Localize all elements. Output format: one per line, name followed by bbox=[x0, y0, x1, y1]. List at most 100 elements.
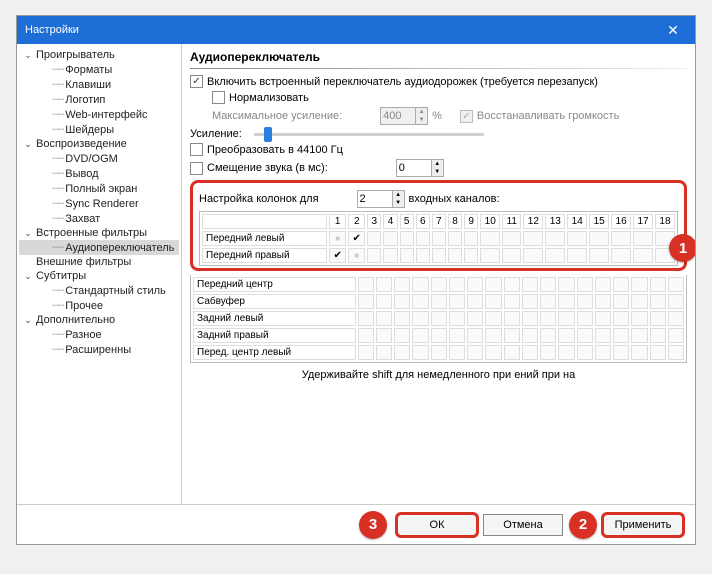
matrix-cell[interactable] bbox=[367, 248, 381, 263]
matrix-cell[interactable] bbox=[412, 345, 428, 360]
matrix-cell[interactable] bbox=[358, 277, 374, 292]
matrix-cell[interactable] bbox=[523, 248, 543, 263]
matrix-cell[interactable] bbox=[485, 328, 501, 343]
matrix-cell[interactable] bbox=[595, 277, 611, 292]
close-icon[interactable]: ✕ bbox=[659, 16, 687, 44]
matrix-cell[interactable] bbox=[348, 248, 365, 263]
audio-delay-checkbox[interactable] bbox=[190, 162, 203, 175]
downsample-checkbox[interactable] bbox=[190, 143, 203, 156]
matrix-cell[interactable] bbox=[595, 328, 611, 343]
matrix-cell[interactable] bbox=[668, 294, 684, 309]
matrix-cell[interactable] bbox=[464, 248, 478, 263]
matrix-cell[interactable] bbox=[502, 248, 521, 263]
matrix-cell[interactable] bbox=[577, 294, 593, 309]
matrix-cell[interactable] bbox=[522, 311, 538, 326]
matrix-cell[interactable] bbox=[467, 277, 483, 292]
matrix-cell[interactable] bbox=[595, 311, 611, 326]
matrix-cell[interactable] bbox=[376, 294, 392, 309]
matrix-cell[interactable] bbox=[522, 294, 538, 309]
matrix-cell[interactable] bbox=[412, 277, 428, 292]
tree-item[interactable]: ┈┈Захват bbox=[19, 211, 179, 226]
tree-item[interactable]: ┈┈Полный экран bbox=[19, 181, 179, 196]
matrix-cell[interactable] bbox=[558, 345, 574, 360]
matrix-cell[interactable] bbox=[540, 328, 556, 343]
matrix-cell[interactable] bbox=[545, 248, 565, 263]
matrix-cell[interactable] bbox=[540, 294, 556, 309]
tree-item[interactable]: ┈┈Разное bbox=[19, 327, 179, 342]
matrix-cell[interactable] bbox=[540, 311, 556, 326]
matrix-cell[interactable] bbox=[383, 248, 397, 263]
matrix-cell[interactable] bbox=[613, 277, 629, 292]
matrix-cell[interactable] bbox=[577, 345, 593, 360]
matrix-cell[interactable] bbox=[449, 328, 465, 343]
matrix-cell[interactable] bbox=[595, 294, 611, 309]
tree-item[interactable]: ⌄Проигрыватель bbox=[19, 48, 179, 62]
matrix-cell[interactable] bbox=[589, 231, 609, 246]
matrix-cell[interactable] bbox=[449, 294, 465, 309]
matrix-cell[interactable] bbox=[522, 345, 538, 360]
matrix-cell[interactable] bbox=[504, 345, 520, 360]
matrix-cell[interactable] bbox=[485, 277, 501, 292]
matrix-cell[interactable] bbox=[611, 231, 631, 246]
tree-item[interactable]: ┈┈Форматы bbox=[19, 62, 179, 77]
matrix-cell[interactable] bbox=[412, 294, 428, 309]
matrix-cell[interactable] bbox=[502, 231, 521, 246]
matrix-cell[interactable] bbox=[329, 231, 346, 246]
matrix-cell[interactable] bbox=[650, 328, 666, 343]
matrix-cell[interactable] bbox=[631, 345, 647, 360]
matrix-cell[interactable] bbox=[358, 328, 374, 343]
matrix-cell[interactable] bbox=[631, 277, 647, 292]
tree-item[interactable]: ┈┈Клавиши bbox=[19, 77, 179, 92]
matrix-cell[interactable] bbox=[504, 294, 520, 309]
speaker-count-input[interactable]: 2 ▲▼ bbox=[357, 190, 405, 208]
tree-item[interactable]: ┈┈Стандартный стиль bbox=[19, 283, 179, 298]
tree-item[interactable]: ┈┈Прочее bbox=[19, 298, 179, 313]
matrix-cell[interactable] bbox=[431, 294, 447, 309]
matrix-cell[interactable] bbox=[412, 328, 428, 343]
matrix-cell[interactable] bbox=[540, 345, 556, 360]
matrix-cell[interactable] bbox=[577, 277, 593, 292]
matrix-cell[interactable] bbox=[394, 311, 410, 326]
audio-delay-input[interactable]: 0 ▲▼ bbox=[396, 159, 444, 177]
matrix-cell[interactable] bbox=[467, 328, 483, 343]
matrix-cell[interactable] bbox=[400, 231, 414, 246]
matrix-cell[interactable] bbox=[631, 311, 647, 326]
matrix-cell[interactable] bbox=[448, 231, 462, 246]
tree-item[interactable]: ┈┈Расширенны bbox=[19, 342, 179, 357]
tree-item[interactable]: ┈┈DVD/OGM bbox=[19, 151, 179, 166]
tree-item[interactable]: ┈┈Логотип bbox=[19, 92, 179, 107]
matrix-cell[interactable] bbox=[376, 328, 392, 343]
gain-slider-thumb[interactable] bbox=[264, 127, 272, 142]
matrix-cell[interactable] bbox=[448, 248, 462, 263]
tree-item[interactable]: ┈┈Sync Renderer bbox=[19, 196, 179, 211]
tree-item[interactable]: Внешние фильтры bbox=[19, 255, 179, 269]
matrix-cell[interactable] bbox=[376, 311, 392, 326]
matrix-cell[interactable] bbox=[449, 311, 465, 326]
ok-button[interactable]: ОК bbox=[397, 514, 477, 536]
matrix-cell[interactable] bbox=[504, 328, 520, 343]
matrix-cell[interactable] bbox=[449, 277, 465, 292]
tree-item[interactable]: ⌄Субтитры bbox=[19, 269, 179, 283]
matrix-cell[interactable] bbox=[558, 294, 574, 309]
matrix-cell[interactable] bbox=[567, 248, 587, 263]
matrix-cell[interactable] bbox=[394, 328, 410, 343]
matrix-cell[interactable] bbox=[467, 345, 483, 360]
tree-item[interactable]: ⌄Воспроизведение bbox=[19, 137, 179, 151]
matrix-cell[interactable] bbox=[631, 328, 647, 343]
matrix-cell[interactable] bbox=[416, 248, 430, 263]
tree-item[interactable]: ┈┈Вывод bbox=[19, 166, 179, 181]
matrix-cell[interactable] bbox=[329, 248, 346, 263]
speaker-matrix-rest[interactable]: Передний центрСабвуферЗадний левыйЗадний… bbox=[190, 275, 687, 363]
matrix-cell[interactable] bbox=[358, 294, 374, 309]
matrix-cell[interactable] bbox=[595, 345, 611, 360]
matrix-cell[interactable] bbox=[522, 277, 538, 292]
matrix-cell[interactable] bbox=[432, 248, 446, 263]
matrix-cell[interactable] bbox=[613, 345, 629, 360]
matrix-cell[interactable] bbox=[577, 328, 593, 343]
matrix-cell[interactable] bbox=[668, 345, 684, 360]
matrix-cell[interactable] bbox=[416, 231, 430, 246]
matrix-cell[interactable] bbox=[613, 294, 629, 309]
matrix-cell[interactable] bbox=[485, 311, 501, 326]
matrix-cell[interactable] bbox=[523, 231, 543, 246]
matrix-cell[interactable] bbox=[400, 248, 414, 263]
